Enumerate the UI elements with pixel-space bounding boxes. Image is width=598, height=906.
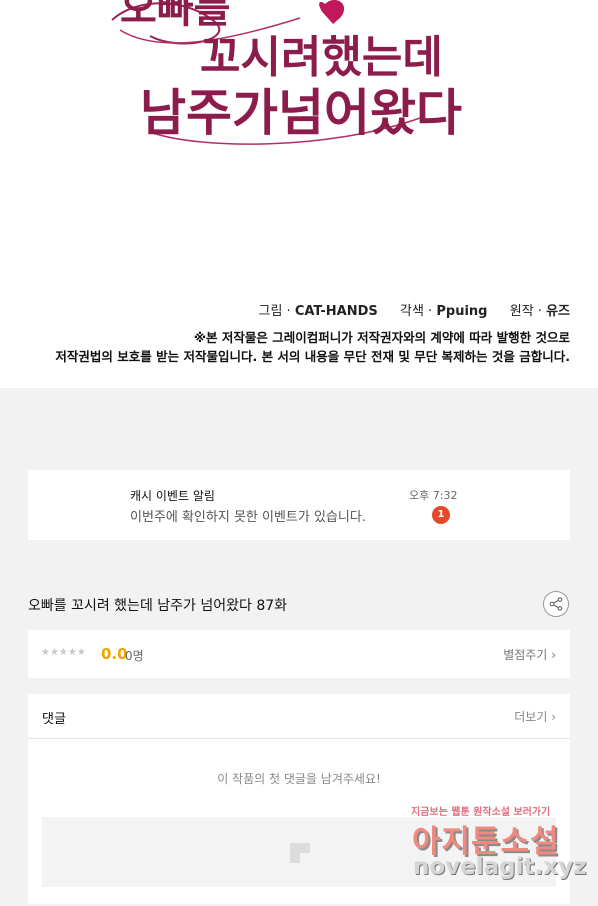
watermark-url: novelagit.xyz	[413, 854, 587, 880]
comments-more-label: 더보기	[514, 710, 548, 724]
original-credit-label: 원작 ·	[509, 304, 542, 319]
art-credit-name: CAT-HANDS	[294, 304, 378, 319]
rating-card: ★★★★★ 0.0 0명 별점주기 ›	[28, 630, 570, 678]
heart-icon	[319, 0, 345, 24]
divider	[28, 738, 570, 739]
site-watermark: 지금보는 웹툰 원작소설 보러가기 아지툰소설 novelagit.xyz	[408, 803, 587, 893]
share-icon	[549, 597, 563, 611]
episode-title: 오빠를 꼬시려 했는데 남주가 넘어왔다 87화	[28, 598, 288, 614]
copyright-notice-line-1: ※본 저작물은 그레이컴퍼니가 저작권자와의 계약에 따라 발행한 것으로	[193, 330, 570, 345]
rating-score: 0.0	[101, 645, 128, 663]
notification-time: 오후 7:32	[409, 489, 458, 502]
cash-event-notification[interactable]: 캐시 이벤트 알림 이번주에 확인하지 못한 이벤트가 있습니다. 오후 7:3…	[28, 470, 570, 540]
copyright-notice-line-2: 저작권법의 보호를 받는 저작물입니다. 본 서의 내용을 무단 전재 및 무단…	[55, 349, 570, 364]
title-logo: 오빠를 꼬시려했는데 남주가넘어왔다	[111, 0, 462, 145]
rate-button-label: 별점주기	[503, 648, 548, 662]
notification-title: 캐시 이벤트 알림	[130, 489, 215, 503]
share-button[interactable]	[543, 591, 569, 617]
title-line-2: 꼬시려했는데	[200, 32, 443, 83]
notification-body: 이번주에 확인하지 못한 이벤트가 있습니다.	[130, 510, 366, 525]
credits-line: 그림 · CAT-HANDS 각색 · Ppuing 원작 · 유즈	[259, 300, 571, 319]
title-line-1: 오빠를	[120, 0, 230, 32]
adapt-credit-name: Ppuing	[436, 304, 488, 319]
comments-more-button[interactable]: 더보기 ›	[514, 708, 556, 725]
comment-placeholder-icon	[290, 843, 310, 863]
rating-count: 0명	[125, 649, 144, 663]
adapt-credit-label: 각색 ·	[400, 304, 433, 319]
chevron-right-icon: ›	[551, 710, 556, 724]
art-credit-label: 그림 ·	[258, 304, 291, 319]
star-rating-icon: ★★★★★	[41, 647, 86, 658]
rate-button[interactable]: 별점주기 ›	[503, 646, 556, 663]
chevron-right-icon: ›	[551, 648, 556, 662]
copyright-notice: ※본 저작물은 그레이컴퍼니가 저작권자와의 계약에 따라 발행한 것으로 저작…	[55, 328, 570, 366]
comments-header: 댓글	[42, 712, 66, 727]
original-credit-name: 유즈	[546, 304, 570, 319]
title-art-panel: 오빠를 꼬시려했는데 남주가넘어왔다 그림 · CAT-HANDS 각색 · P…	[0, 0, 598, 388]
notification-badge: 1	[432, 506, 450, 524]
comments-empty-message: 이 작품의 첫 댓글을 남겨주세요!	[217, 772, 381, 786]
title-line-3: 남주가넘어왔다	[140, 83, 462, 142]
